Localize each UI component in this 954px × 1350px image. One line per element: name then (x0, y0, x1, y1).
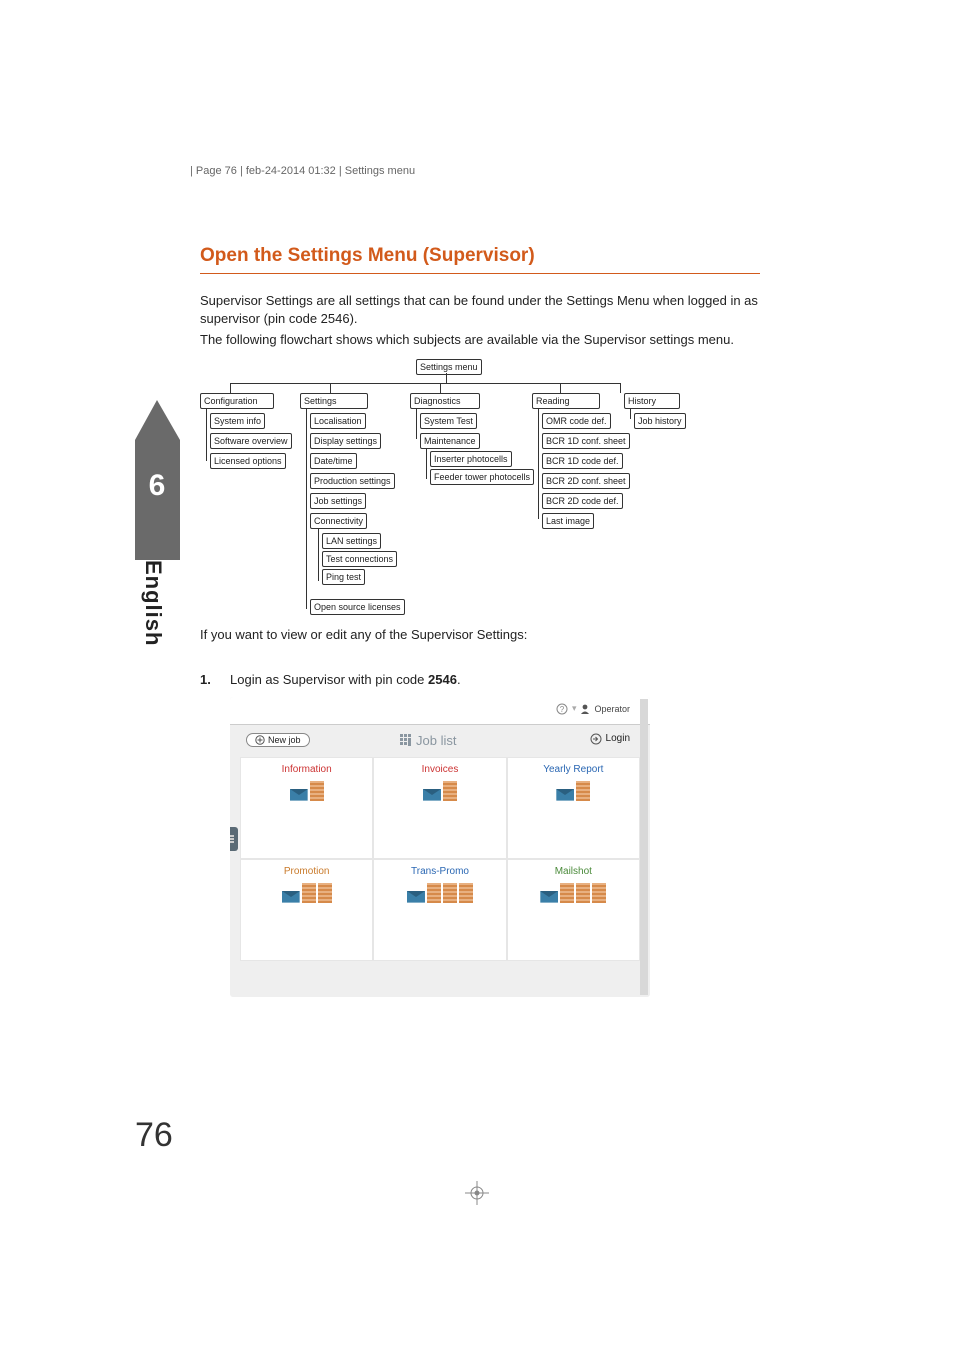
flow-item: Open source licenses (310, 599, 405, 615)
page-number: 76 (135, 1116, 173, 1155)
job-tile[interactable]: Invoices (373, 757, 506, 859)
flow-item: Last image (542, 513, 594, 529)
flow-item: BCR 1D conf. sheet (542, 433, 630, 449)
user-icon (580, 704, 590, 714)
settings-flowchart: Settings menu Configuration System info … (200, 359, 760, 619)
page-title: Open the Settings Menu (Supervisor) (200, 245, 760, 274)
flow-head: Configuration (200, 393, 274, 409)
flow-item: Maintenance (420, 433, 480, 449)
tile-graphic (282, 883, 332, 903)
flow-item: Inserter photocells (430, 451, 512, 467)
flow-item: Feeder tower photocells (430, 469, 534, 485)
grid-icon (400, 734, 412, 746)
flow-head: Settings (300, 393, 368, 409)
instruction-text: If you want to view or edit any of the S… (200, 627, 760, 642)
flow-item: Job settings (310, 493, 366, 509)
flow-item: Test connections (322, 551, 397, 567)
step-number: 1. (200, 672, 230, 687)
flow-item: Localisation (310, 413, 366, 429)
registration-mark-icon (465, 1181, 489, 1210)
flow-item: Job history (634, 413, 686, 429)
operator-dropdown[interactable]: ? ▾ Operator (556, 703, 630, 715)
tile-graphic (556, 781, 590, 801)
step-text: Login as Supervisor with pin code 2546. (230, 672, 461, 687)
flow-item: Date/time (310, 453, 357, 469)
intro-paragraph-2: The following flowchart shows which subj… (200, 331, 760, 349)
chapter-number: 6 (149, 469, 166, 502)
flow-item: BCR 1D code def. (542, 453, 623, 469)
plus-circle-icon (255, 735, 265, 745)
shot-topbar: ? ▾ Operator (230, 697, 650, 725)
job-tile[interactable]: Trans-Promo (373, 859, 506, 961)
login-button[interactable]: Login (590, 733, 630, 745)
job-tile[interactable]: Promotion (240, 859, 373, 961)
intro-paragraph-1: Supervisor Settings are all settings tha… (200, 292, 760, 327)
flow-head: Reading (532, 393, 600, 409)
flow-item: System info (210, 413, 265, 429)
tile-graphic (540, 883, 606, 903)
flow-root: Settings menu (416, 359, 482, 375)
flow-item: BCR 2D code def. (542, 493, 623, 509)
job-tile-grid: Information Invoices Yearly Report Promo… (240, 757, 640, 961)
svg-text:?: ? (560, 705, 565, 714)
drawer-handle[interactable] (230, 827, 238, 851)
job-tile[interactable]: Information (240, 757, 373, 859)
flow-item: LAN settings (322, 533, 381, 549)
tile-graphic (407, 883, 473, 903)
flow-item: Connectivity (310, 513, 367, 529)
scrollbar[interactable] (640, 699, 648, 995)
login-icon (590, 733, 602, 745)
job-tile[interactable]: Mailshot (507, 859, 640, 961)
flow-item: Licensed options (210, 453, 286, 469)
job-tile[interactable]: Yearly Report (507, 757, 640, 859)
help-icon[interactable]: ? (556, 703, 568, 715)
flow-head: History (624, 393, 680, 409)
tile-graphic (290, 781, 324, 801)
chapter-tab: 6 (135, 400, 180, 700)
language-label: English (140, 560, 166, 646)
supervisor-login-screenshot: ? ▾ Operator New job Job list Login Info… (230, 697, 650, 997)
flow-item: Display settings (310, 433, 381, 449)
new-job-button[interactable]: New job (246, 733, 310, 747)
flow-item: OMR code def. (542, 413, 611, 429)
flow-item: BCR 2D conf. sheet (542, 473, 630, 489)
flow-item: Ping test (322, 569, 365, 585)
job-list-heading: Job list (400, 733, 456, 748)
flow-item: System Test (420, 413, 477, 429)
tile-graphic (423, 781, 457, 801)
header-line: | Page 76 | feb-24-2014 01:32 | Settings… (190, 165, 415, 177)
flow-head: Diagnostics (410, 393, 480, 409)
flow-item: Production settings (310, 473, 395, 489)
flow-item: Software overview (210, 433, 292, 449)
